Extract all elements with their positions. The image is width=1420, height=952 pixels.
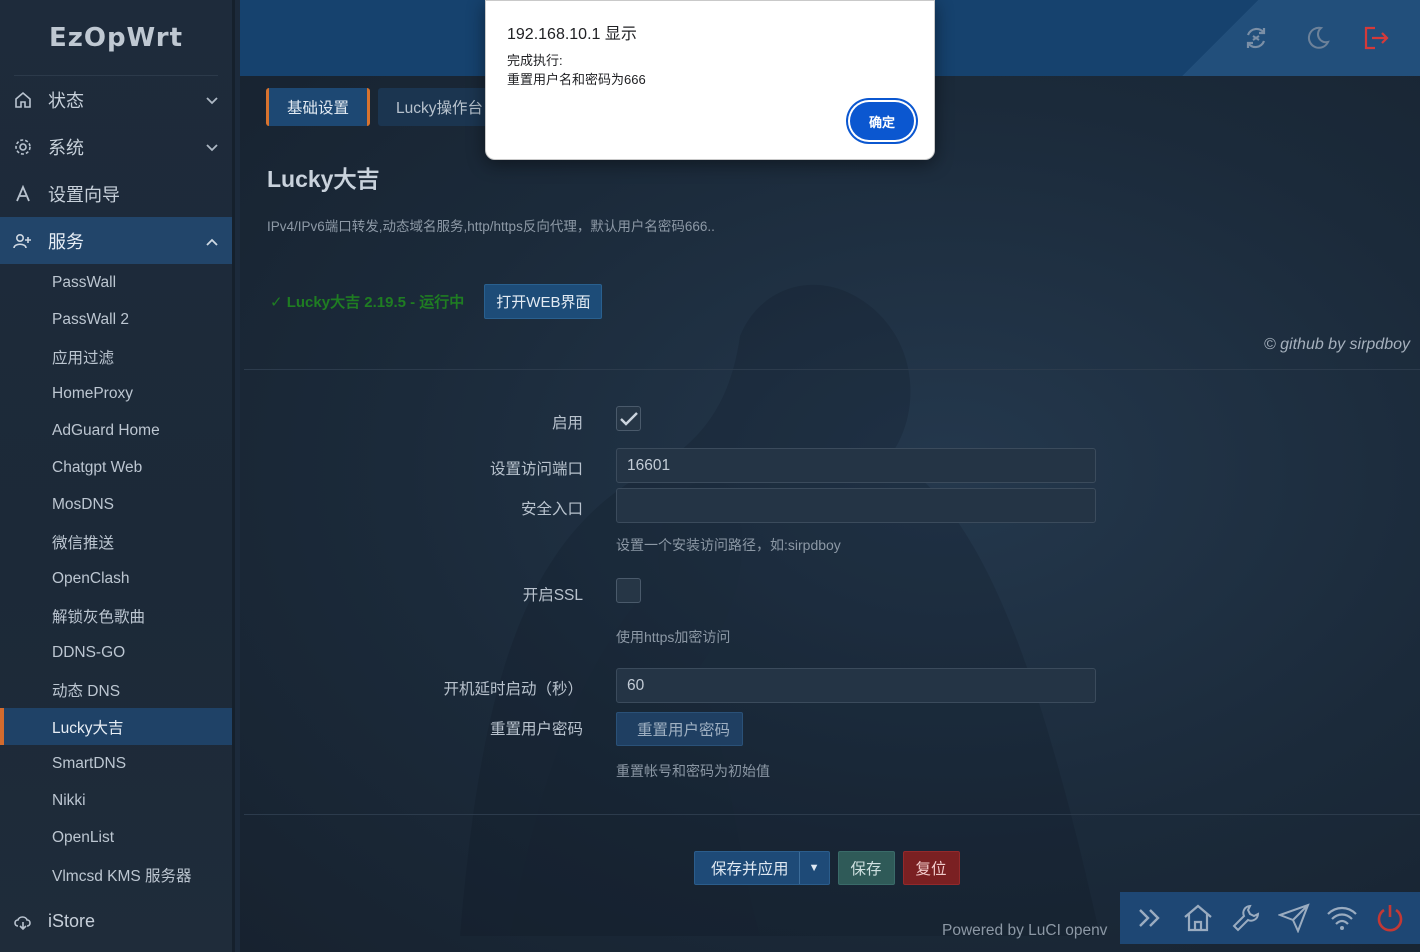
dialog-message-line2: 重置用户名和密码为666 — [507, 72, 646, 87]
dialog-title: 192.168.10.1 显示 — [507, 26, 637, 43]
dialog-message-line1: 完成执行: — [507, 53, 563, 68]
alert-dialog: 192.168.10.1 显示 完成执行: 重置用户名和密码为666 确定 — [485, 0, 935, 160]
modal-overlay: 192.168.10.1 显示 完成执行: 重置用户名和密码为666 确定 — [0, 0, 1420, 952]
dialog-ok-button[interactable]: 确定 — [850, 102, 914, 140]
